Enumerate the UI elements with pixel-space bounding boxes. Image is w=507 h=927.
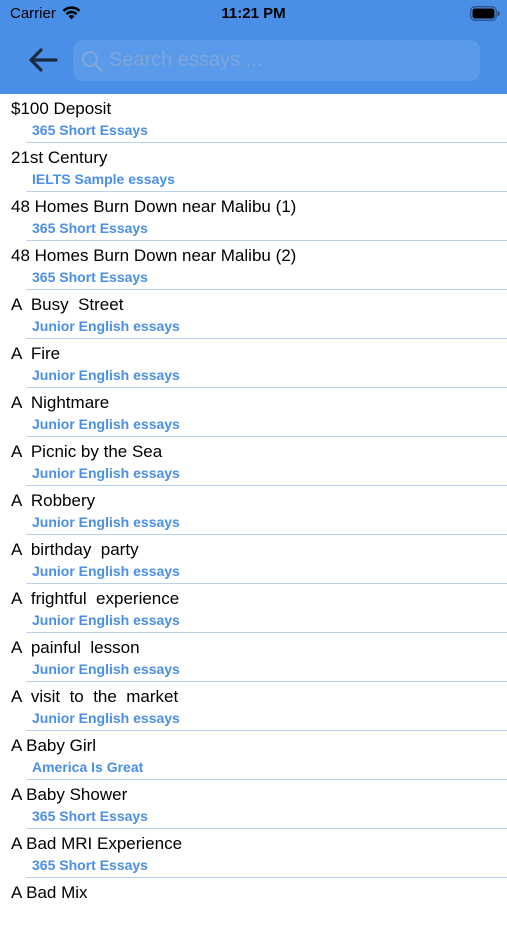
essay-title: A Busy Street — [11, 295, 124, 314]
essay-category: 365 Short Essays — [32, 220, 148, 236]
essay-list-item[interactable]: A Bad Mix — [0, 878, 507, 927]
status-time: 11:21 PM — [221, 5, 286, 22]
essay-title: A Nightmare — [11, 393, 110, 412]
essay-category: Junior English essays — [32, 514, 180, 530]
essay-category: 365 Short Essays — [32, 808, 148, 824]
search-icon — [81, 50, 103, 72]
essay-title: A frightful experience — [11, 589, 180, 608]
essay-category: 365 Short Essays — [32, 122, 148, 138]
essay-title: $100 Deposit — [11, 99, 112, 118]
essay-title: 48 Homes Burn Down near Malibu (2) — [11, 246, 297, 265]
essay-title: A painful lesson — [11, 638, 140, 657]
essay-list-item[interactable]: 48 Homes Burn Down near Malibu (1) 365 Sh… — [0, 192, 507, 241]
essay-title: A Bad MRI Experience — [11, 834, 183, 853]
essay-list-item[interactable]: A Baby Shower 365 Short Essays — [0, 780, 507, 829]
essay-title: A Bad Mix — [11, 883, 88, 902]
navigation-header: Carrier 11:21 PM — [0, 0, 507, 94]
essay-title: 48 Homes Burn Down near Malibu (1) — [11, 197, 297, 216]
essay-category: IELTS Sample essays — [32, 171, 175, 187]
essay-list-item[interactable]: A Fire Junior English essays — [0, 339, 507, 388]
essay-list-item[interactable]: A Bad MRI Experience 365 Short Essays — [0, 829, 507, 878]
essay-title: A Robbery — [11, 491, 96, 510]
essay-list-item[interactable]: A birthday party Junior English essays — [0, 535, 507, 584]
essay-category: Junior English essays — [32, 465, 180, 481]
essay-title: A birthday party — [11, 540, 139, 559]
essay-title: A Fire — [11, 344, 61, 363]
search-bar[interactable] — [73, 40, 480, 81]
essay-list-item[interactable]: 21st Century IELTS Sample essays — [0, 143, 507, 192]
essay-list-item[interactable]: A Picnic by the Sea Junior English essays — [0, 437, 507, 486]
essay-title: A Picnic by the Sea — [11, 442, 163, 461]
essay-list-item[interactable]: A Nightmare Junior English essays — [0, 388, 507, 437]
essay-list-item[interactable]: A painful lesson Junior English essays — [0, 633, 507, 682]
search-input[interactable] — [109, 40, 469, 81]
battery-icon — [470, 6, 500, 21]
back-button[interactable] — [26, 44, 60, 76]
essay-category: Junior English essays — [32, 661, 180, 677]
essay-category: 365 Short Essays — [32, 857, 148, 873]
essay-category: Junior English essays — [32, 612, 180, 628]
essay-list-item[interactable]: 48 Homes Burn Down near Malibu (2) 365 Sh… — [0, 241, 507, 290]
essay-category: Junior English essays — [32, 367, 180, 383]
essay-list-item[interactable]: A Busy Street Junior English essays — [0, 290, 507, 339]
essay-title: 21st Century — [11, 148, 108, 167]
essay-title: A visit to the market — [11, 687, 179, 706]
essay-category: Junior English essays — [32, 563, 180, 579]
essay-list-item[interactable]: A Robbery Junior English essays — [0, 486, 507, 535]
essay-list: $100 Deposit 365 Short Essays 21st Century… — [0, 94, 507, 927]
essay-title: A Baby Girl — [11, 736, 97, 755]
status-bar: Carrier 11:21 PM — [0, 0, 507, 28]
essay-category: 365 Short Essays — [32, 269, 148, 285]
essay-list-item[interactable]: $100 Deposit 365 Short Essays — [0, 94, 507, 143]
essay-category: Junior English essays — [32, 416, 180, 432]
essay-list-item[interactable]: A Baby Girl America Is Great — [0, 731, 507, 780]
essay-category: America Is Great — [32, 759, 144, 775]
essay-category: Junior English essays — [32, 318, 180, 334]
essay-list-item[interactable]: A frightful experience Junior English ess… — [0, 584, 507, 633]
essay-title: A Baby Shower — [11, 785, 128, 804]
essay-category: Junior English essays — [32, 710, 180, 726]
arrow-left-icon — [29, 48, 58, 72]
essay-list-item[interactable]: A visit to the market Junior English essa… — [0, 682, 507, 731]
